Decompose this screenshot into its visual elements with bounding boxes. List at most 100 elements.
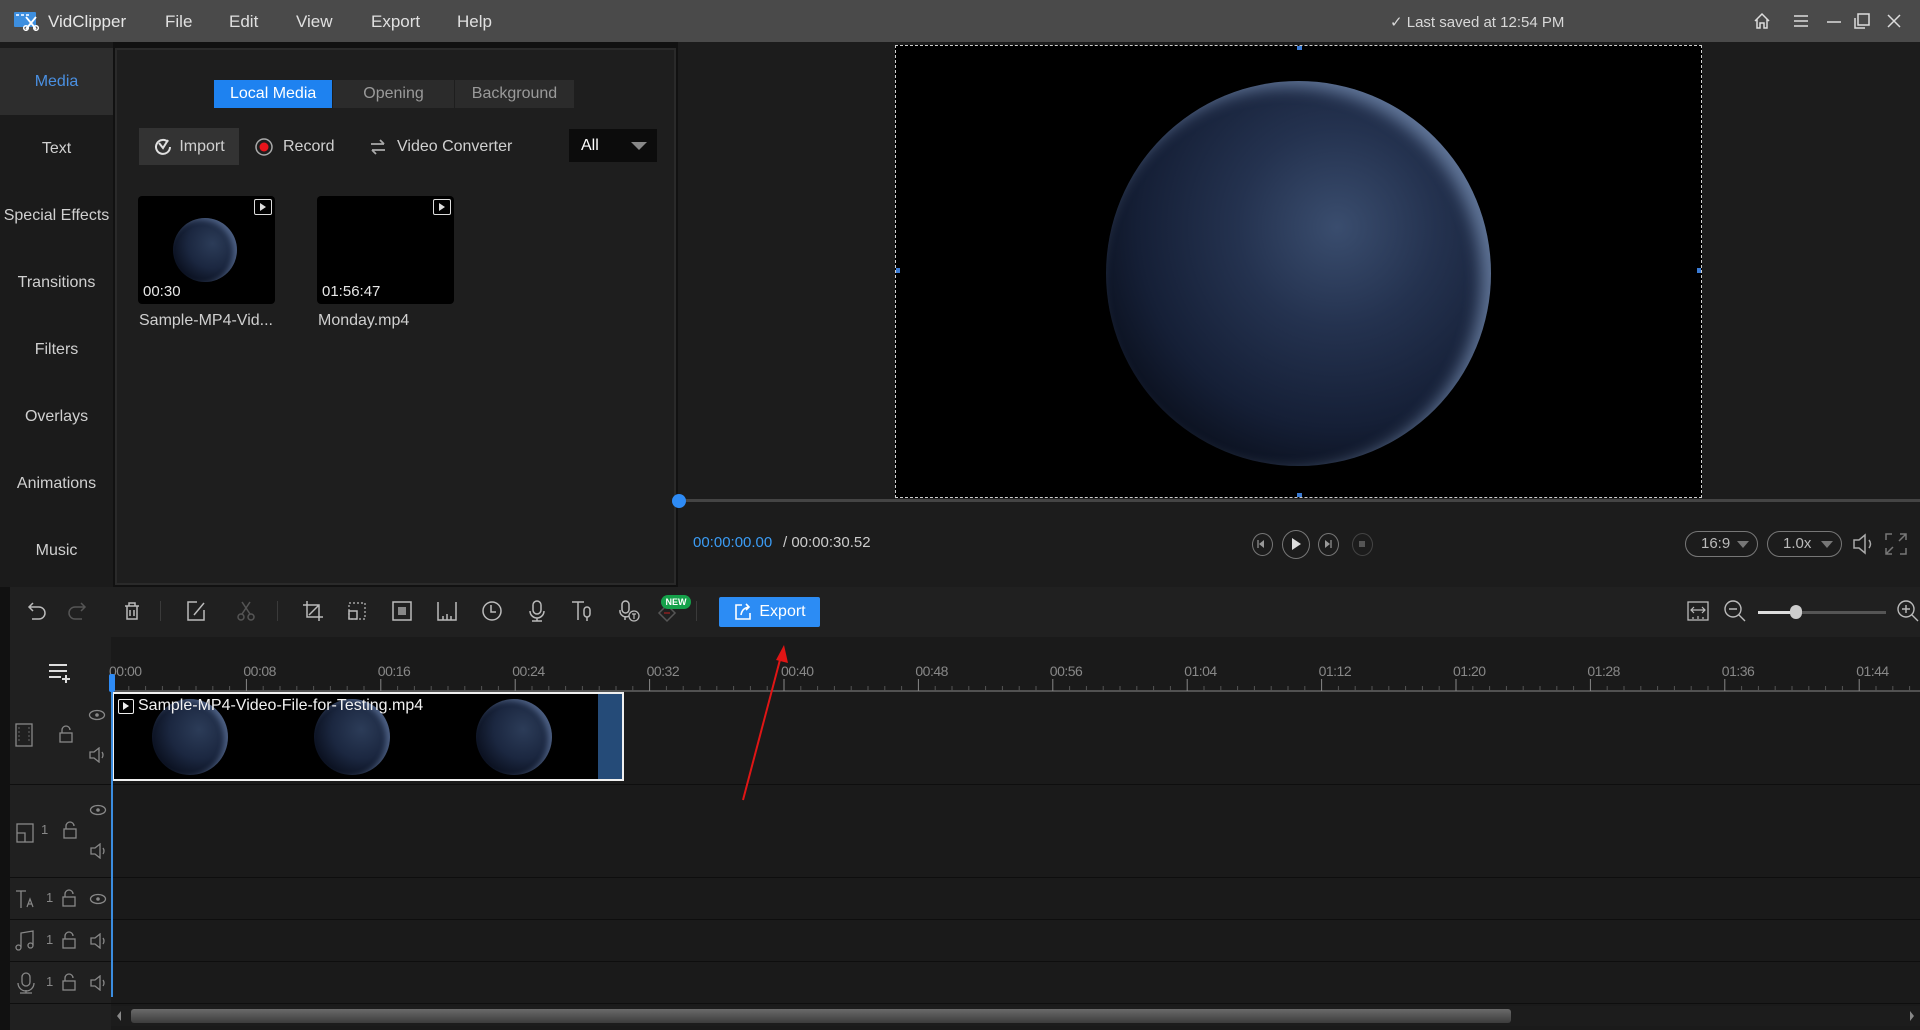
timeline-ruler[interactable]: 00:00 00:08 00:16 00:24 00:32 00:40 00:48 00:56… xyxy=(109,657,1920,692)
menu-export[interactable]: Export xyxy=(371,12,420,32)
track-header: 1 xyxy=(10,962,111,1003)
scrubber-knob[interactable] xyxy=(672,494,686,508)
tab-local-media[interactable]: Local Media xyxy=(214,80,334,108)
zoom-out-icon[interactable] xyxy=(1723,599,1747,623)
playhead-handle[interactable] xyxy=(109,674,115,692)
scroll-right-icon[interactable] xyxy=(1908,1010,1916,1022)
resize-handle[interactable] xyxy=(896,268,900,273)
zoom-in-icon[interactable] xyxy=(1896,599,1920,623)
lock-icon[interactable] xyxy=(61,931,77,949)
stop-button[interactable] xyxy=(1352,533,1373,556)
aspect-ratio-dropdown[interactable]: 16:9 xyxy=(1685,531,1758,557)
prev-frame-button[interactable] xyxy=(1252,533,1273,556)
scrollbar-thumb[interactable] xyxy=(131,1009,1511,1023)
save-status: ✓ Last saved at 12:54 PM xyxy=(1390,13,1564,31)
crop-icon[interactable] xyxy=(301,599,325,623)
play-button[interactable] xyxy=(1282,530,1310,559)
eye-icon[interactable] xyxy=(88,709,106,721)
media-item-name: Monday.mp4 xyxy=(318,312,410,329)
speech-to-text-icon[interactable] xyxy=(617,599,641,623)
video-type-icon xyxy=(118,699,134,714)
audio-levels-icon[interactable] xyxy=(435,599,459,623)
preview-scrubber[interactable] xyxy=(678,499,1920,502)
video-preview[interactable] xyxy=(895,45,1702,498)
toolbar-divider xyxy=(277,601,278,621)
delete-icon[interactable] xyxy=(120,599,144,623)
clip-name: Sample-MP4-Video-File-for-Testing.mp4 xyxy=(138,697,424,714)
close-icon[interactable] xyxy=(1883,10,1905,32)
sidebar-item-media[interactable]: Media xyxy=(0,48,113,115)
video-converter-button[interactable]: Video Converter xyxy=(369,128,512,165)
ruler-label: 01:20 xyxy=(1453,663,1486,679)
record-label: Record xyxy=(283,137,335,155)
mosaic-icon[interactable] xyxy=(390,599,414,623)
media-item[interactable]: 01:56:47 xyxy=(317,196,454,304)
media-filter-dropdown[interactable]: All xyxy=(569,129,657,162)
sidebar-item-special-effects[interactable]: Special Effects xyxy=(0,182,113,249)
sidebar-item-animations[interactable]: Animations xyxy=(0,450,113,517)
media-duration: 01:56:47 xyxy=(322,283,381,300)
eye-icon[interactable] xyxy=(89,893,107,905)
resize-handle[interactable] xyxy=(1297,493,1302,497)
playhead[interactable] xyxy=(111,677,113,997)
home-icon[interactable] xyxy=(1751,10,1773,32)
redo-icon[interactable] xyxy=(65,599,89,623)
sidebar-item-music[interactable]: Music xyxy=(0,517,113,584)
sidebar: Media Text Special Effects Transitions F… xyxy=(0,42,113,587)
import-button[interactable]: Import xyxy=(139,128,239,165)
text-to-speech-icon[interactable] xyxy=(570,599,594,623)
speaker-icon[interactable] xyxy=(89,933,107,949)
timeline-zoom-slider[interactable] xyxy=(1758,605,1886,619)
scroll-left-icon[interactable] xyxy=(115,1010,123,1022)
menu-edit[interactable]: Edit xyxy=(229,12,258,32)
sidebar-item-overlays[interactable]: Overlays xyxy=(0,383,113,450)
media-item[interactable]: 00:30 xyxy=(138,196,275,304)
next-frame-button[interactable] xyxy=(1318,533,1339,556)
sidebar-item-transitions[interactable]: Transitions xyxy=(0,249,113,316)
volume-icon[interactable] xyxy=(1850,531,1878,557)
lock-icon[interactable] xyxy=(58,725,74,743)
fullscreen-icon[interactable] xyxy=(1883,531,1909,557)
undo-icon[interactable] xyxy=(25,599,49,623)
timeline: 00:00 00:08 00:16 00:24 00:32 00:40 00:48 00:56… xyxy=(10,637,1920,1030)
speaker-icon[interactable] xyxy=(89,843,107,859)
convert-arrows-icon xyxy=(369,138,387,156)
tab-background[interactable]: Background xyxy=(454,80,576,108)
lock-icon[interactable] xyxy=(61,973,77,991)
tab-opening[interactable]: Opening xyxy=(333,80,455,108)
speaker-icon[interactable] xyxy=(89,975,107,991)
lock-icon[interactable] xyxy=(62,821,78,839)
fit-timeline-icon[interactable] xyxy=(1686,599,1710,623)
menu-file[interactable]: File xyxy=(165,12,192,32)
menu-help[interactable]: Help xyxy=(457,12,492,32)
lock-icon[interactable] xyxy=(61,889,77,907)
sidebar-item-filters[interactable]: Filters xyxy=(0,316,113,383)
resize-handle[interactable] xyxy=(1697,268,1701,273)
edit-icon[interactable] xyxy=(184,599,208,623)
import-icon xyxy=(153,137,173,157)
sidebar-item-text[interactable]: Text xyxy=(0,115,113,182)
speed-dropdown[interactable]: 1.0x xyxy=(1767,531,1842,557)
menu-view[interactable]: View xyxy=(296,12,333,32)
timeline-scrollbar[interactable] xyxy=(111,1006,1920,1026)
minimize-icon[interactable] xyxy=(1823,10,1845,32)
total-time: / 00:00:30.52 xyxy=(783,534,871,551)
media-tabs: Local Media Opening Background xyxy=(214,80,576,108)
video-clip[interactable]: Sample-MP4-Video-File-for-Testing.mp4 xyxy=(112,692,624,781)
microphone-icon[interactable] xyxy=(525,599,549,623)
export-button[interactable]: Export xyxy=(719,597,820,627)
clip-tail xyxy=(598,694,622,779)
split-scissors-icon[interactable] xyxy=(234,599,258,623)
resize-handle[interactable] xyxy=(1297,46,1302,50)
speaker-icon[interactable] xyxy=(88,747,106,763)
eye-icon[interactable] xyxy=(89,804,107,816)
media-panel: Local Media Opening Background Import Re… xyxy=(115,48,676,585)
resize-icon[interactable] xyxy=(345,599,369,623)
text-track: 1 xyxy=(10,878,1920,920)
add-track-icon[interactable] xyxy=(47,662,75,684)
clock-icon[interactable] xyxy=(480,599,504,623)
maximize-icon[interactable] xyxy=(1851,10,1873,32)
zoom-slider-knob[interactable] xyxy=(1790,605,1803,619)
record-button[interactable]: Record xyxy=(254,128,335,165)
menu-icon[interactable] xyxy=(1790,10,1812,32)
